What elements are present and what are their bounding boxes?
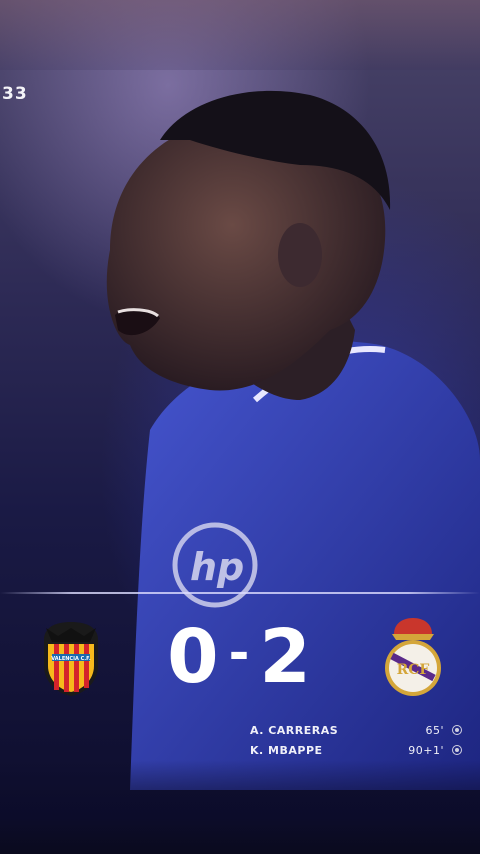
real-madrid-crest-text: RCF: [397, 662, 430, 678]
away-score: 2: [259, 614, 313, 700]
bottom-fade: [0, 760, 480, 854]
scorer-row: K. MBAPPE 90+1': [238, 740, 470, 760]
scorer-name: K. MBAPPE: [250, 743, 323, 757]
football-icon: [452, 725, 462, 735]
scorer-name: A. CARRERAS: [250, 723, 339, 737]
valencia-crest-text: VALENCIA C.F.: [51, 656, 91, 662]
score-separator: -: [228, 624, 252, 682]
real-madrid-crest-icon: RCF: [385, 618, 441, 696]
svg-text:hp: hp: [190, 545, 244, 589]
scoreline: 0-2: [140, 614, 340, 700]
divider-line: [0, 592, 480, 594]
scorer-row: A. CARRERAS 65': [238, 720, 470, 740]
scorers-list: A. CARRERAS 65' K. MBAPPE 90+1': [238, 720, 470, 760]
scorer-minute: 65': [425, 723, 444, 737]
football-icon: [452, 745, 462, 755]
home-score: 0: [167, 614, 221, 700]
brand-logo: 33: [2, 84, 28, 104]
valencia-crest-icon: VALENCIA C.F.: [44, 622, 98, 696]
scorer-minute: 90+1': [408, 743, 444, 757]
